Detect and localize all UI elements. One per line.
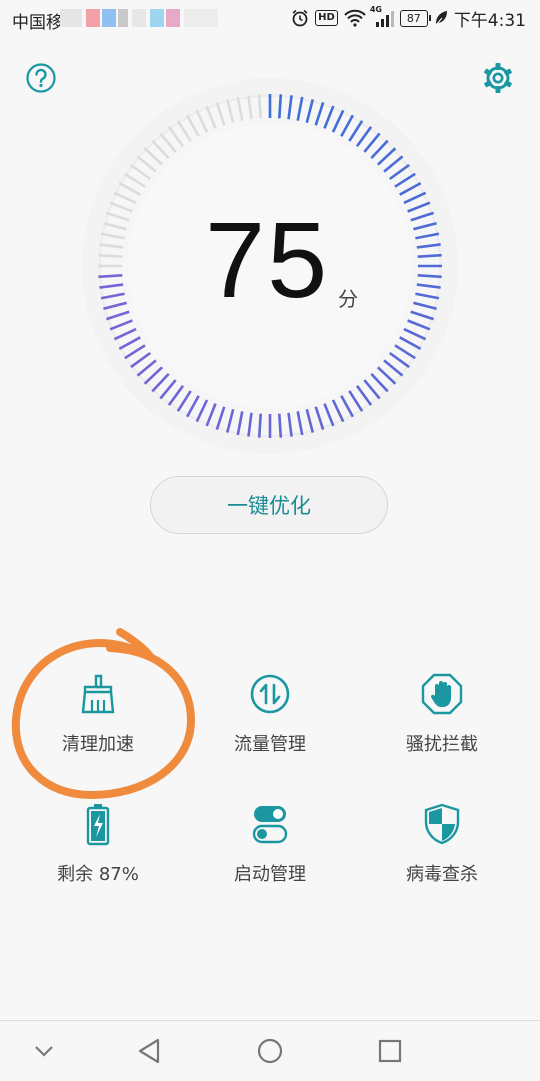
settings-button[interactable] — [482, 62, 514, 94]
battery-charging-icon — [86, 804, 110, 846]
tool-battery-remaining[interactable]: 剩余 87% — [13, 802, 183, 886]
tool-startup-manage[interactable]: 启动管理 — [185, 802, 355, 886]
tool-label: 清理加速 — [62, 734, 134, 755]
tool-label: 流量管理 — [234, 734, 306, 755]
recents-icon[interactable] — [372, 1033, 408, 1069]
gauge-tick — [257, 413, 263, 438]
wifi-icon — [344, 9, 366, 27]
gear-icon — [484, 63, 512, 93]
shield-icon — [424, 803, 460, 845]
tool-virus-scan[interactable]: 病毒查杀 — [357, 802, 527, 886]
hand-block-icon — [421, 673, 463, 715]
tool-data-traffic[interactable]: 流量管理 — [185, 672, 355, 756]
gauge-tick — [257, 94, 263, 119]
tool-label: 骚扰拦截 — [406, 734, 478, 755]
toggle-icon — [252, 806, 288, 844]
data-traffic-icon — [250, 674, 290, 714]
gauge-tick — [98, 253, 123, 259]
tool-harassment-block[interactable]: 骚扰拦截 — [357, 672, 527, 756]
battery-indicator: 87 — [399, 9, 431, 27]
tool-label: 启动管理 — [234, 864, 306, 885]
gauge-tick — [277, 94, 283, 119]
gauge-tick — [277, 413, 283, 438]
one-key-optimize-button[interactable]: 一键优化 — [150, 476, 388, 534]
home-icon[interactable] — [252, 1033, 288, 1069]
hd-voice-icon: HD — [315, 10, 338, 26]
tool-label: 剩余 87% — [57, 864, 139, 885]
gauge-tick — [417, 273, 442, 279]
score-unit: 分 — [338, 287, 358, 311]
score-value: 75 — [205, 199, 330, 320]
broom-icon — [81, 674, 115, 714]
back-icon[interactable] — [132, 1033, 168, 1069]
clock: 下午4:31 — [453, 10, 526, 31]
gauge-tick — [417, 253, 442, 259]
cellular-signal-icon: 4G — [370, 5, 394, 27]
carrier-name: 中国移 — [12, 13, 63, 33]
tool-label: 病毒查杀 — [406, 864, 478, 885]
help-button[interactable] — [26, 63, 56, 93]
question-icon — [26, 63, 56, 93]
alarm-icon — [292, 9, 308, 27]
chevron-down-icon[interactable] — [26, 1033, 62, 1069]
status-bar: 中国移 HD 4G 87 下午4:31 — [0, 0, 540, 36]
navigation-bar — [0, 1020, 540, 1081]
tool-clean-accelerate[interactable]: 清理加速 — [13, 672, 183, 756]
leaf-icon — [435, 11, 447, 26]
gauge-tick — [98, 273, 123, 279]
